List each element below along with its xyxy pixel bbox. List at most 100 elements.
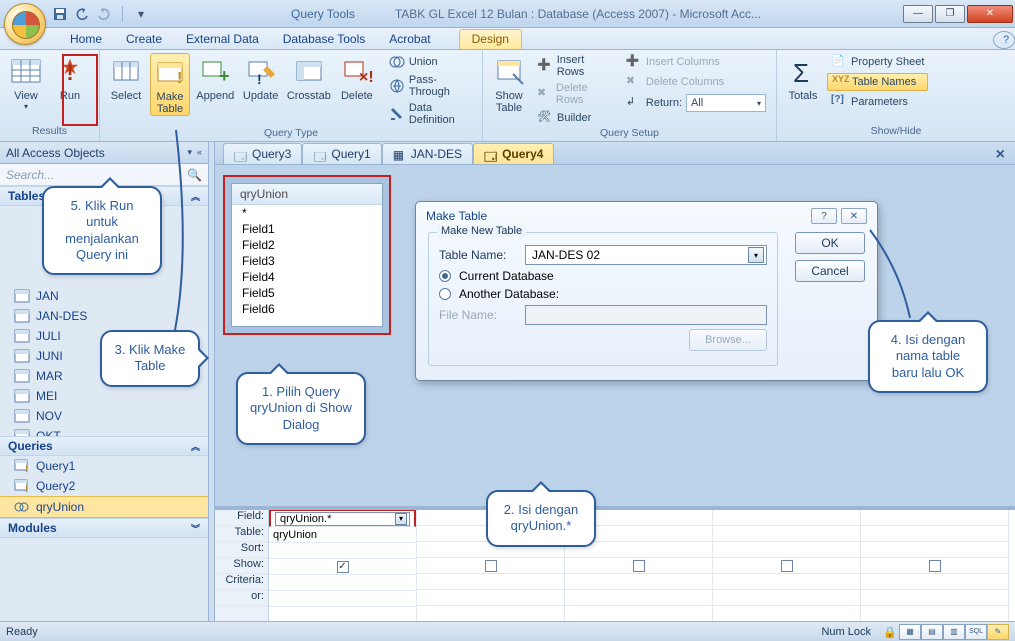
- qbe-show-cell[interactable]: ✓: [269, 559, 416, 575]
- return-select[interactable]: All▾: [686, 94, 766, 112]
- qat-save-icon[interactable]: [52, 6, 68, 22]
- source-table-box[interactable]: qryUnion *Field1Field2Field3Field4Field5…: [231, 183, 383, 327]
- tab-create[interactable]: Create: [114, 30, 174, 49]
- select-button[interactable]: Select: [106, 53, 146, 103]
- qbe-show-cell[interactable]: [861, 558, 1008, 574]
- dropdown-icon[interactable]: ▾: [395, 513, 407, 525]
- qbe-criteria-cell[interactable]: [565, 574, 712, 590]
- qbe-criteria-cell[interactable]: [713, 574, 860, 590]
- qbe-or-cell[interactable]: [565, 590, 712, 606]
- help-button[interactable]: ?: [993, 31, 1015, 49]
- office-button[interactable]: [4, 3, 46, 45]
- make-table-button[interactable]: ! Make Table: [150, 53, 190, 116]
- checkbox[interactable]: [485, 560, 497, 572]
- totals-button[interactable]: Σ Totals: [783, 53, 823, 103]
- view-pivot[interactable]: ▤: [921, 624, 943, 640]
- nav-table-item[interactable]: NOV: [0, 406, 208, 426]
- qbe-table-cell[interactable]: [713, 526, 860, 542]
- tab-acrobat[interactable]: Acrobat: [377, 30, 442, 49]
- dialog-help-button[interactable]: ?: [811, 208, 837, 224]
- qbe-table-cell[interactable]: qryUnion: [269, 527, 416, 543]
- qbe-show-cell[interactable]: [417, 558, 564, 574]
- show-table-button[interactable]: Show Table: [489, 53, 529, 114]
- crosstab-button[interactable]: Crosstab: [285, 53, 333, 103]
- tab-design[interactable]: Design: [459, 29, 522, 49]
- qbe-criteria-cell[interactable]: [417, 574, 564, 590]
- qat-redo-icon[interactable]: [96, 6, 112, 22]
- qbe-table-cell[interactable]: [861, 526, 1008, 542]
- radio-another[interactable]: [439, 288, 451, 300]
- qbe-grid[interactable]: Field: Table: Sort: Show: Criteria: or: …: [215, 506, 1015, 621]
- cancel-button[interactable]: Cancel: [795, 260, 865, 282]
- checkbox[interactable]: [781, 560, 793, 572]
- qbe-sort-cell[interactable]: [861, 542, 1008, 558]
- qbe-field-cell[interactable]: [861, 510, 1008, 526]
- nav-table-item[interactable]: JAN: [0, 286, 208, 306]
- doc-tab[interactable]: ▦JAN-DES: [382, 143, 473, 164]
- tab-home[interactable]: Home: [58, 30, 114, 49]
- source-field-list[interactable]: *Field1Field2Field3Field4Field5Field6: [232, 205, 382, 326]
- delete-columns-button[interactable]: ✖Delete Columns: [622, 73, 770, 91]
- qbe-or-cell[interactable]: [713, 590, 860, 606]
- qbe-column[interactable]: [713, 510, 861, 621]
- qbe-field-cell[interactable]: qryUnion.*▾: [269, 510, 416, 527]
- view-sql[interactable]: SQL: [965, 624, 987, 640]
- nav-query-item[interactable]: !Query2: [0, 476, 208, 496]
- qbe-field-select[interactable]: qryUnion.*▾: [275, 512, 410, 526]
- table-names-button[interactable]: XYZTable Names: [827, 73, 928, 91]
- source-field[interactable]: Field2: [232, 237, 382, 253]
- delete-button[interactable]: ×! Delete: [337, 53, 377, 103]
- source-field[interactable]: Field3: [232, 253, 382, 269]
- qbe-field-cell[interactable]: [713, 510, 860, 526]
- qbe-show-cell[interactable]: [713, 558, 860, 574]
- ok-button[interactable]: OK: [795, 232, 865, 254]
- doc-tab[interactable]: 🗔Query3: [223, 143, 302, 164]
- source-field[interactable]: Field6: [232, 301, 382, 317]
- dropdown-icon[interactable]: ▾: [748, 247, 764, 263]
- qbe-criteria-cell[interactable]: [861, 574, 1008, 590]
- nav-section-queries[interactable]: Queries︽: [0, 436, 208, 456]
- source-field[interactable]: Field1: [232, 221, 382, 237]
- qbe-sort-cell[interactable]: [713, 542, 860, 558]
- view-chart[interactable]: ▥: [943, 624, 965, 640]
- property-sheet-button[interactable]: 📄Property Sheet: [827, 53, 928, 71]
- dialog-close-button[interactable]: ✕: [841, 208, 867, 224]
- insert-columns-button[interactable]: ➕Insert Columns: [622, 53, 770, 71]
- nav-table-item[interactable]: JAN-DES: [0, 306, 208, 326]
- source-field[interactable]: Field4: [232, 269, 382, 285]
- close-button[interactable]: ✕: [967, 5, 1013, 23]
- source-field[interactable]: *: [232, 205, 382, 221]
- nav-header[interactable]: All Access Objects ▾ «: [0, 142, 208, 164]
- qat-undo-icon[interactable]: [74, 6, 90, 22]
- qat-customize-icon[interactable]: ▾: [133, 6, 149, 22]
- view-design[interactable]: ✎: [987, 624, 1009, 640]
- tab-database-tools[interactable]: Database Tools: [271, 30, 378, 49]
- nav-table-item[interactable]: MEI: [0, 386, 208, 406]
- update-button[interactable]: ! Update: [241, 53, 281, 103]
- builder-button[interactable]: 🛠Builder: [533, 109, 618, 127]
- qbe-show-cell[interactable]: [565, 558, 712, 574]
- radio-current[interactable]: [439, 270, 451, 282]
- nav-query-item[interactable]: qryUnion: [0, 496, 208, 518]
- qbe-or-cell[interactable]: [861, 590, 1008, 606]
- nav-table-item[interactable]: OKT: [0, 426, 208, 436]
- qbe-or-cell[interactable]: [269, 591, 416, 607]
- view-datasheet[interactable]: ▦: [899, 624, 921, 640]
- qbe-or-cell[interactable]: [417, 590, 564, 606]
- qbe-sort-cell[interactable]: [269, 543, 416, 559]
- datadef-button[interactable]: Data Definition: [385, 101, 476, 127]
- doc-tab[interactable]: 🗔Query1: [302, 143, 381, 164]
- append-button[interactable]: +! Append: [194, 53, 237, 103]
- delete-rows-button[interactable]: ✖Delete Rows: [533, 81, 618, 107]
- maximize-button[interactable]: ❐: [935, 5, 965, 23]
- doc-close-button[interactable]: ×: [986, 146, 1015, 164]
- checkbox[interactable]: [929, 560, 941, 572]
- nav-header-dropdown-icon[interactable]: ▾ «: [187, 147, 202, 158]
- parameters-button[interactable]: [?]Parameters: [827, 93, 928, 111]
- opt-current-row[interactable]: Current Database: [439, 269, 767, 283]
- doc-tab-active[interactable]: 🗔Query4: [473, 143, 554, 164]
- nav-query-item[interactable]: !Query1: [0, 456, 208, 476]
- union-button[interactable]: Union: [385, 53, 476, 71]
- opt-another-row[interactable]: Another Database:: [439, 287, 767, 301]
- qbe-column[interactable]: qryUnion.*▾qryUnion ✓: [269, 510, 417, 621]
